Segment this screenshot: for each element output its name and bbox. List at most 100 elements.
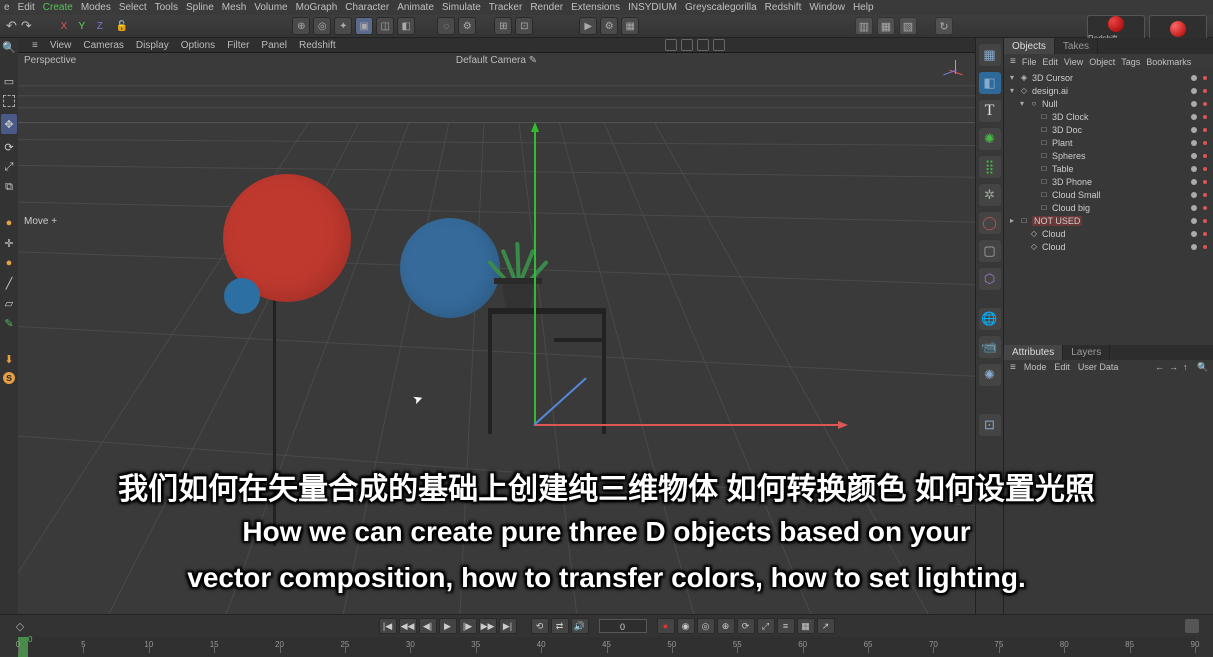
refresh-icon[interactable]: ↻ <box>935 17 953 35</box>
object-row[interactable]: ◇Cloud <box>1004 240 1213 253</box>
menu-help[interactable]: Help <box>853 2 874 13</box>
tl-prevkey-icon[interactable]: ◀◀ <box>399 618 417 634</box>
effector-icon[interactable]: ✲ <box>979 184 1001 206</box>
camera-icon[interactable]: 📹 <box>979 336 1001 358</box>
cube-primitive-icon[interactable]: ◧ <box>979 72 1001 94</box>
tl-key-icon[interactable]: ◇ <box>14 620 26 632</box>
move-tool-icon[interactable]: ✥ <box>1 114 17 134</box>
om-burger-icon[interactable]: ≡ <box>1010 56 1016 67</box>
tl-loop-icon[interactable]: ⟲ <box>531 618 549 634</box>
object-row[interactable]: ▾◇design.ai <box>1004 84 1213 97</box>
tag-icon[interactable]: ▢ <box>979 240 1001 262</box>
menu-select[interactable]: Select <box>119 2 147 13</box>
menu-mesh[interactable]: Mesh <box>222 2 246 13</box>
frame-input[interactable]: 0 <box>599 619 647 633</box>
tl-maximize-icon[interactable] <box>1185 619 1199 633</box>
om-file[interactable]: File <box>1022 57 1037 67</box>
object-row[interactable]: ◇Cloud <box>1004 227 1213 240</box>
text-icon[interactable]: T <box>979 100 1001 122</box>
tl-range-icon[interactable]: ⇄ <box>551 618 569 634</box>
menu-window[interactable]: Window <box>809 2 845 13</box>
tl-pos-icon[interactable]: ⊕ <box>717 618 735 634</box>
recent-tool-icon[interactable]: ● <box>2 216 16 230</box>
menu-e[interactable]: e <box>4 2 10 13</box>
tl-record-icon[interactable]: ● <box>657 618 675 634</box>
layout-icon[interactable]: ▦ <box>979 44 1001 66</box>
object-row[interactable]: ▸□NOT USED <box>1004 214 1213 227</box>
edge-mode-icon[interactable]: ╱ <box>2 276 16 290</box>
layout-3-icon[interactable]: ▧ <box>899 17 917 35</box>
coord-object-icon[interactable]: ◎ <box>313 17 331 35</box>
subdivision-icon[interactable]: ✺ <box>979 128 1001 150</box>
tab-layers[interactable]: Layers <box>1063 345 1110 360</box>
tl-end-icon[interactable]: ▶| <box>499 618 517 634</box>
asset-browser-icon[interactable]: ⊡ <box>979 414 1001 436</box>
deformer-icon[interactable]: ◯ <box>979 212 1001 234</box>
tl-param-icon[interactable]: ≡ <box>777 618 795 634</box>
tab-takes[interactable]: Takes <box>1055 38 1098 54</box>
tl-nextkey-icon[interactable]: ▶▶ <box>479 618 497 634</box>
object-row[interactable]: □Plant <box>1004 136 1213 149</box>
tl-rot-icon[interactable]: ⟳ <box>737 618 755 634</box>
render-settings-icon[interactable]: ⚙ <box>600 17 618 35</box>
object-row[interactable]: □Table <box>1004 162 1213 175</box>
object-row[interactable]: ▾○Null <box>1004 97 1213 110</box>
object-row[interactable]: □3D Doc <box>1004 123 1213 136</box>
menu-tracker[interactable]: Tracker <box>489 2 523 13</box>
axis-tool-icon[interactable]: ✛ <box>2 236 16 250</box>
tab-objects[interactable]: Objects <box>1004 38 1055 54</box>
menu-spline[interactable]: Spline <box>186 2 214 13</box>
poly-mode-icon[interactable]: ▱ <box>2 296 16 310</box>
am-edit[interactable]: Edit <box>1054 362 1070 373</box>
layout-2-icon[interactable]: ▦ <box>877 17 895 35</box>
tl-motion-icon[interactable]: ↗ <box>817 618 835 634</box>
tl-autokey-icon[interactable]: ◉ <box>677 618 695 634</box>
am-up-icon[interactable]: ↑ <box>1183 362 1193 372</box>
light-icon[interactable]: ✺ <box>979 364 1001 386</box>
coord-camera-icon[interactable]: ▣ <box>355 17 373 35</box>
om-object[interactable]: Object <box>1089 57 1115 67</box>
axis-y-toggle[interactable]: Y <box>74 21 90 32</box>
menu-edit[interactable]: Edit <box>18 2 35 13</box>
am-burger-icon[interactable]: ≡ <box>1010 362 1016 373</box>
scale-tool-icon[interactable]: ⤢ <box>2 160 16 174</box>
menu-create[interactable]: Create <box>43 2 73 13</box>
point-mode-icon[interactable]: ● <box>2 256 16 270</box>
object-row[interactable]: □3D Clock <box>1004 110 1213 123</box>
cloner-icon[interactable]: ⣿ <box>979 156 1001 178</box>
coord-normal-icon[interactable]: ✦ <box>334 17 352 35</box>
tl-nextframe-icon[interactable]: |▶ <box>459 618 477 634</box>
object-row[interactable]: □3D Phone <box>1004 175 1213 188</box>
coord-world-icon[interactable]: ⊕ <box>292 17 310 35</box>
redo-button[interactable]: ↷ <box>21 18 32 34</box>
am-fwd-icon[interactable]: → <box>1169 362 1179 372</box>
grid-snap-icon[interactable]: ⊞ <box>494 17 512 35</box>
layout-1-icon[interactable]: ▥ <box>855 17 873 35</box>
object-row[interactable]: □Cloud Small <box>1004 188 1213 201</box>
select-rect-icon[interactable] <box>2 94 16 108</box>
object-row[interactable]: □Cloud big <box>1004 201 1213 214</box>
menu-redshift[interactable]: Redshift <box>765 2 802 13</box>
lock-icon[interactable]: 🔓 <box>116 21 128 32</box>
om-view[interactable]: View <box>1064 57 1083 67</box>
menu-extensions[interactable]: Extensions <box>571 2 620 13</box>
tl-play-icon[interactable]: ▶ <box>439 618 457 634</box>
object-row[interactable]: ▾◈3D Cursor <box>1004 71 1213 84</box>
tl-sound-icon[interactable]: 🔊 <box>571 618 589 634</box>
undo-button[interactable]: ↶ <box>6 18 17 34</box>
am-mode[interactable]: Mode <box>1024 362 1047 373</box>
substance-icon[interactable]: s <box>3 372 15 384</box>
snap-toggle-icon[interactable]: ◌ <box>437 17 455 35</box>
menu-insydium[interactable]: INSYDIUM <box>628 2 677 13</box>
viewport-perspective[interactable]: ≡ View Cameras Display Options Filter Pa… <box>18 38 975 635</box>
menu-volume[interactable]: Volume <box>254 2 287 13</box>
om-edit[interactable]: Edit <box>1042 57 1058 67</box>
tl-prevframe-icon[interactable]: ◀| <box>419 618 437 634</box>
search-icon[interactable]: 🔍 <box>2 40 16 54</box>
tl-start-icon[interactable]: |◀ <box>379 618 397 634</box>
menu-tools[interactable]: Tools <box>155 2 178 13</box>
magnet-tool-icon[interactable]: ⧉ <box>2 180 16 194</box>
am-search-icon[interactable]: 🔍 <box>1197 362 1207 372</box>
om-tags[interactable]: Tags <box>1121 57 1140 67</box>
render-view-icon[interactable]: ▶ <box>579 17 597 35</box>
